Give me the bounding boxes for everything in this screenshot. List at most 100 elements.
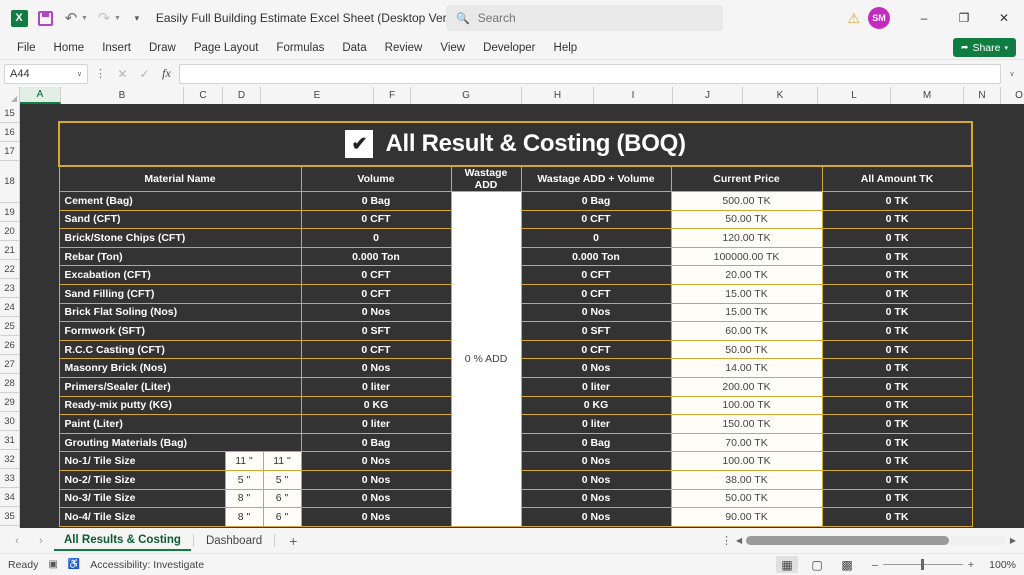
avatar[interactable]: SM bbox=[868, 7, 890, 29]
row-header-26[interactable]: 26 bbox=[0, 336, 20, 355]
ribbon-tab-insert[interactable]: Insert bbox=[93, 39, 140, 57]
customize-quick-access-icon[interactable]: ▾ bbox=[124, 5, 150, 31]
row-header-17[interactable]: 17 bbox=[0, 142, 20, 161]
sheet-tab-dashboard[interactable]: Dashboard bbox=[196, 532, 272, 550]
row-header-34[interactable]: 34 bbox=[0, 488, 20, 507]
name-box[interactable]: A44 ∨ bbox=[4, 63, 88, 84]
row-header-30[interactable]: 30 bbox=[0, 412, 20, 431]
cell-tile-dim-1[interactable]: 11 " bbox=[224, 451, 264, 471]
next-sheet-icon[interactable]: › bbox=[30, 535, 52, 547]
row-header-24[interactable]: 24 bbox=[0, 298, 20, 317]
scroll-left-icon[interactable]: ◀ bbox=[736, 536, 742, 545]
sheet-canvas[interactable]: ✔ All Result & Costing (BOQ) Material Na… bbox=[20, 104, 1024, 528]
checkmark-icon[interactable]: ✔ bbox=[345, 130, 374, 158]
ribbon-tab-formulas[interactable]: Formulas bbox=[267, 39, 333, 57]
column-header-m[interactable]: M bbox=[891, 87, 964, 104]
select-all-corner[interactable] bbox=[0, 87, 20, 104]
row-header-28[interactable]: 28 bbox=[0, 374, 20, 393]
cell-tile-dim-2[interactable]: 6 " bbox=[262, 507, 302, 527]
save-icon[interactable] bbox=[32, 5, 58, 31]
column-header-e[interactable]: E bbox=[261, 87, 374, 104]
cell-tile-dim-1[interactable]: 5 " bbox=[224, 469, 264, 490]
zoom-in-button[interactable]: + bbox=[968, 559, 974, 571]
ribbon-tab-file[interactable]: File bbox=[8, 39, 45, 57]
cell-current-price[interactable]: 100000.00 TK bbox=[670, 246, 823, 267]
add-sheet-button[interactable]: + bbox=[277, 533, 309, 549]
page-break-view-icon[interactable]: ▩ bbox=[836, 556, 858, 573]
row-header-21[interactable]: 21 bbox=[0, 241, 20, 260]
ribbon-tab-review[interactable]: Review bbox=[376, 39, 432, 57]
cell-current-price[interactable]: 15.00 TK bbox=[670, 302, 823, 323]
zoom-track[interactable] bbox=[882, 559, 963, 570]
column-header-o[interactable]: O bbox=[1001, 87, 1024, 104]
search-input[interactable] bbox=[477, 11, 713, 25]
row-header-23[interactable]: 23 bbox=[0, 279, 20, 298]
cell-tile-dim-2[interactable]: 6 " bbox=[262, 488, 302, 509]
undo-dropdown-icon[interactable]: ▼ bbox=[81, 15, 88, 22]
cell-tile-dim-1[interactable]: 8 " bbox=[224, 507, 264, 527]
cancel-icon[interactable]: ✕ bbox=[113, 67, 132, 81]
zoom-slider[interactable]: – + bbox=[872, 559, 974, 571]
column-header-d[interactable]: D bbox=[223, 87, 261, 104]
row-header-22[interactable]: 22 bbox=[0, 260, 20, 279]
prev-sheet-icon[interactable]: ‹ bbox=[6, 535, 28, 547]
row-header-27[interactable]: 27 bbox=[0, 355, 20, 374]
ribbon-tab-home[interactable]: Home bbox=[45, 39, 94, 57]
column-header-c[interactable]: C bbox=[184, 87, 223, 104]
close-button[interactable]: ✕ bbox=[984, 0, 1024, 36]
cell-current-price[interactable]: 100.00 TK bbox=[670, 451, 823, 471]
ribbon-tab-developer[interactable]: Developer bbox=[474, 39, 544, 57]
cell-current-price[interactable]: 14.00 TK bbox=[670, 358, 823, 378]
cell-current-price[interactable]: 60.00 TK bbox=[670, 321, 823, 341]
cell-current-price[interactable]: 15.00 TK bbox=[670, 283, 823, 304]
row-header-15[interactable]: 15 bbox=[0, 104, 20, 123]
cell-current-price[interactable]: 50.00 TK bbox=[670, 209, 823, 230]
row-header-29[interactable]: 29 bbox=[0, 393, 20, 412]
more-options-icon[interactable]: ⋮ bbox=[91, 67, 110, 80]
minimize-button[interactable]: – bbox=[904, 0, 944, 36]
ribbon-tab-help[interactable]: Help bbox=[545, 39, 587, 57]
cell-tile-dim-2[interactable]: 5 " bbox=[262, 469, 302, 490]
horizontal-scrollbar[interactable]: ◀ ▶ bbox=[736, 534, 1016, 547]
normal-view-icon[interactable]: ▦ bbox=[776, 556, 799, 573]
sheet-options-icon[interactable]: ⋮ bbox=[721, 534, 732, 547]
macro-record-icon[interactable]: ▣ bbox=[48, 559, 57, 570]
cell-current-price[interactable]: 100.00 TK bbox=[670, 395, 823, 416]
search-box[interactable]: 🔍 bbox=[446, 5, 723, 31]
column-header-h[interactable]: H bbox=[522, 87, 594, 104]
row-header-16[interactable]: 16 bbox=[0, 123, 20, 142]
column-header-f[interactable]: F bbox=[374, 87, 411, 104]
scroll-track[interactable] bbox=[746, 536, 1006, 545]
row-header-31[interactable]: 31 bbox=[0, 431, 20, 450]
cell-current-price[interactable]: 50.00 TK bbox=[670, 339, 823, 360]
ribbon-tab-data[interactable]: Data bbox=[333, 39, 375, 57]
ribbon-tab-draw[interactable]: Draw bbox=[140, 39, 185, 57]
cell-current-price[interactable]: 70.00 TK bbox=[670, 432, 823, 453]
cell-current-price[interactable]: 200.00 TK bbox=[670, 376, 823, 397]
warning-icon[interactable]: ⚠ bbox=[847, 10, 860, 27]
restore-button[interactable]: ❐ bbox=[944, 0, 984, 36]
table-row[interactable]: Cement (Bag) 0 Bag 0 % ADD 0 Bag 500.00 … bbox=[58, 191, 973, 527]
page-layout-view-icon[interactable]: ▢ bbox=[806, 556, 828, 573]
ribbon-tab-page-layout[interactable]: Page Layout bbox=[185, 39, 268, 57]
column-header-b[interactable]: B bbox=[61, 87, 184, 104]
expand-formula-bar-icon[interactable]: ∨ bbox=[1004, 70, 1020, 78]
row-header-32[interactable]: 32 bbox=[0, 450, 20, 469]
column-header-n[interactable]: N bbox=[964, 87, 1001, 104]
row-header-35[interactable]: 35 bbox=[0, 507, 20, 526]
ribbon-tab-view[interactable]: View bbox=[431, 39, 474, 57]
column-header-a[interactable]: A bbox=[20, 87, 61, 104]
row-header-25[interactable]: 25 bbox=[0, 317, 20, 336]
cell-tile-dim-2[interactable]: 11 " bbox=[262, 451, 302, 471]
zoom-out-button[interactable]: – bbox=[872, 559, 878, 571]
sheet-tab-all-results-costing[interactable]: All Results & Costing bbox=[54, 531, 191, 551]
accessibility-status[interactable]: Accessibility: Investigate bbox=[90, 559, 204, 571]
enter-icon[interactable]: ✓ bbox=[135, 67, 154, 81]
formula-input[interactable] bbox=[179, 63, 1001, 84]
cell-current-price[interactable]: 150.00 TK bbox=[670, 414, 823, 434]
row-header-19[interactable]: 19 bbox=[0, 203, 20, 222]
row-header-18[interactable]: 18 bbox=[0, 161, 20, 203]
cell-current-price[interactable]: 20.00 TK bbox=[670, 265, 823, 285]
zoom-handle[interactable] bbox=[921, 559, 925, 570]
share-button[interactable]: ➦ Share ▾ bbox=[952, 38, 1016, 57]
